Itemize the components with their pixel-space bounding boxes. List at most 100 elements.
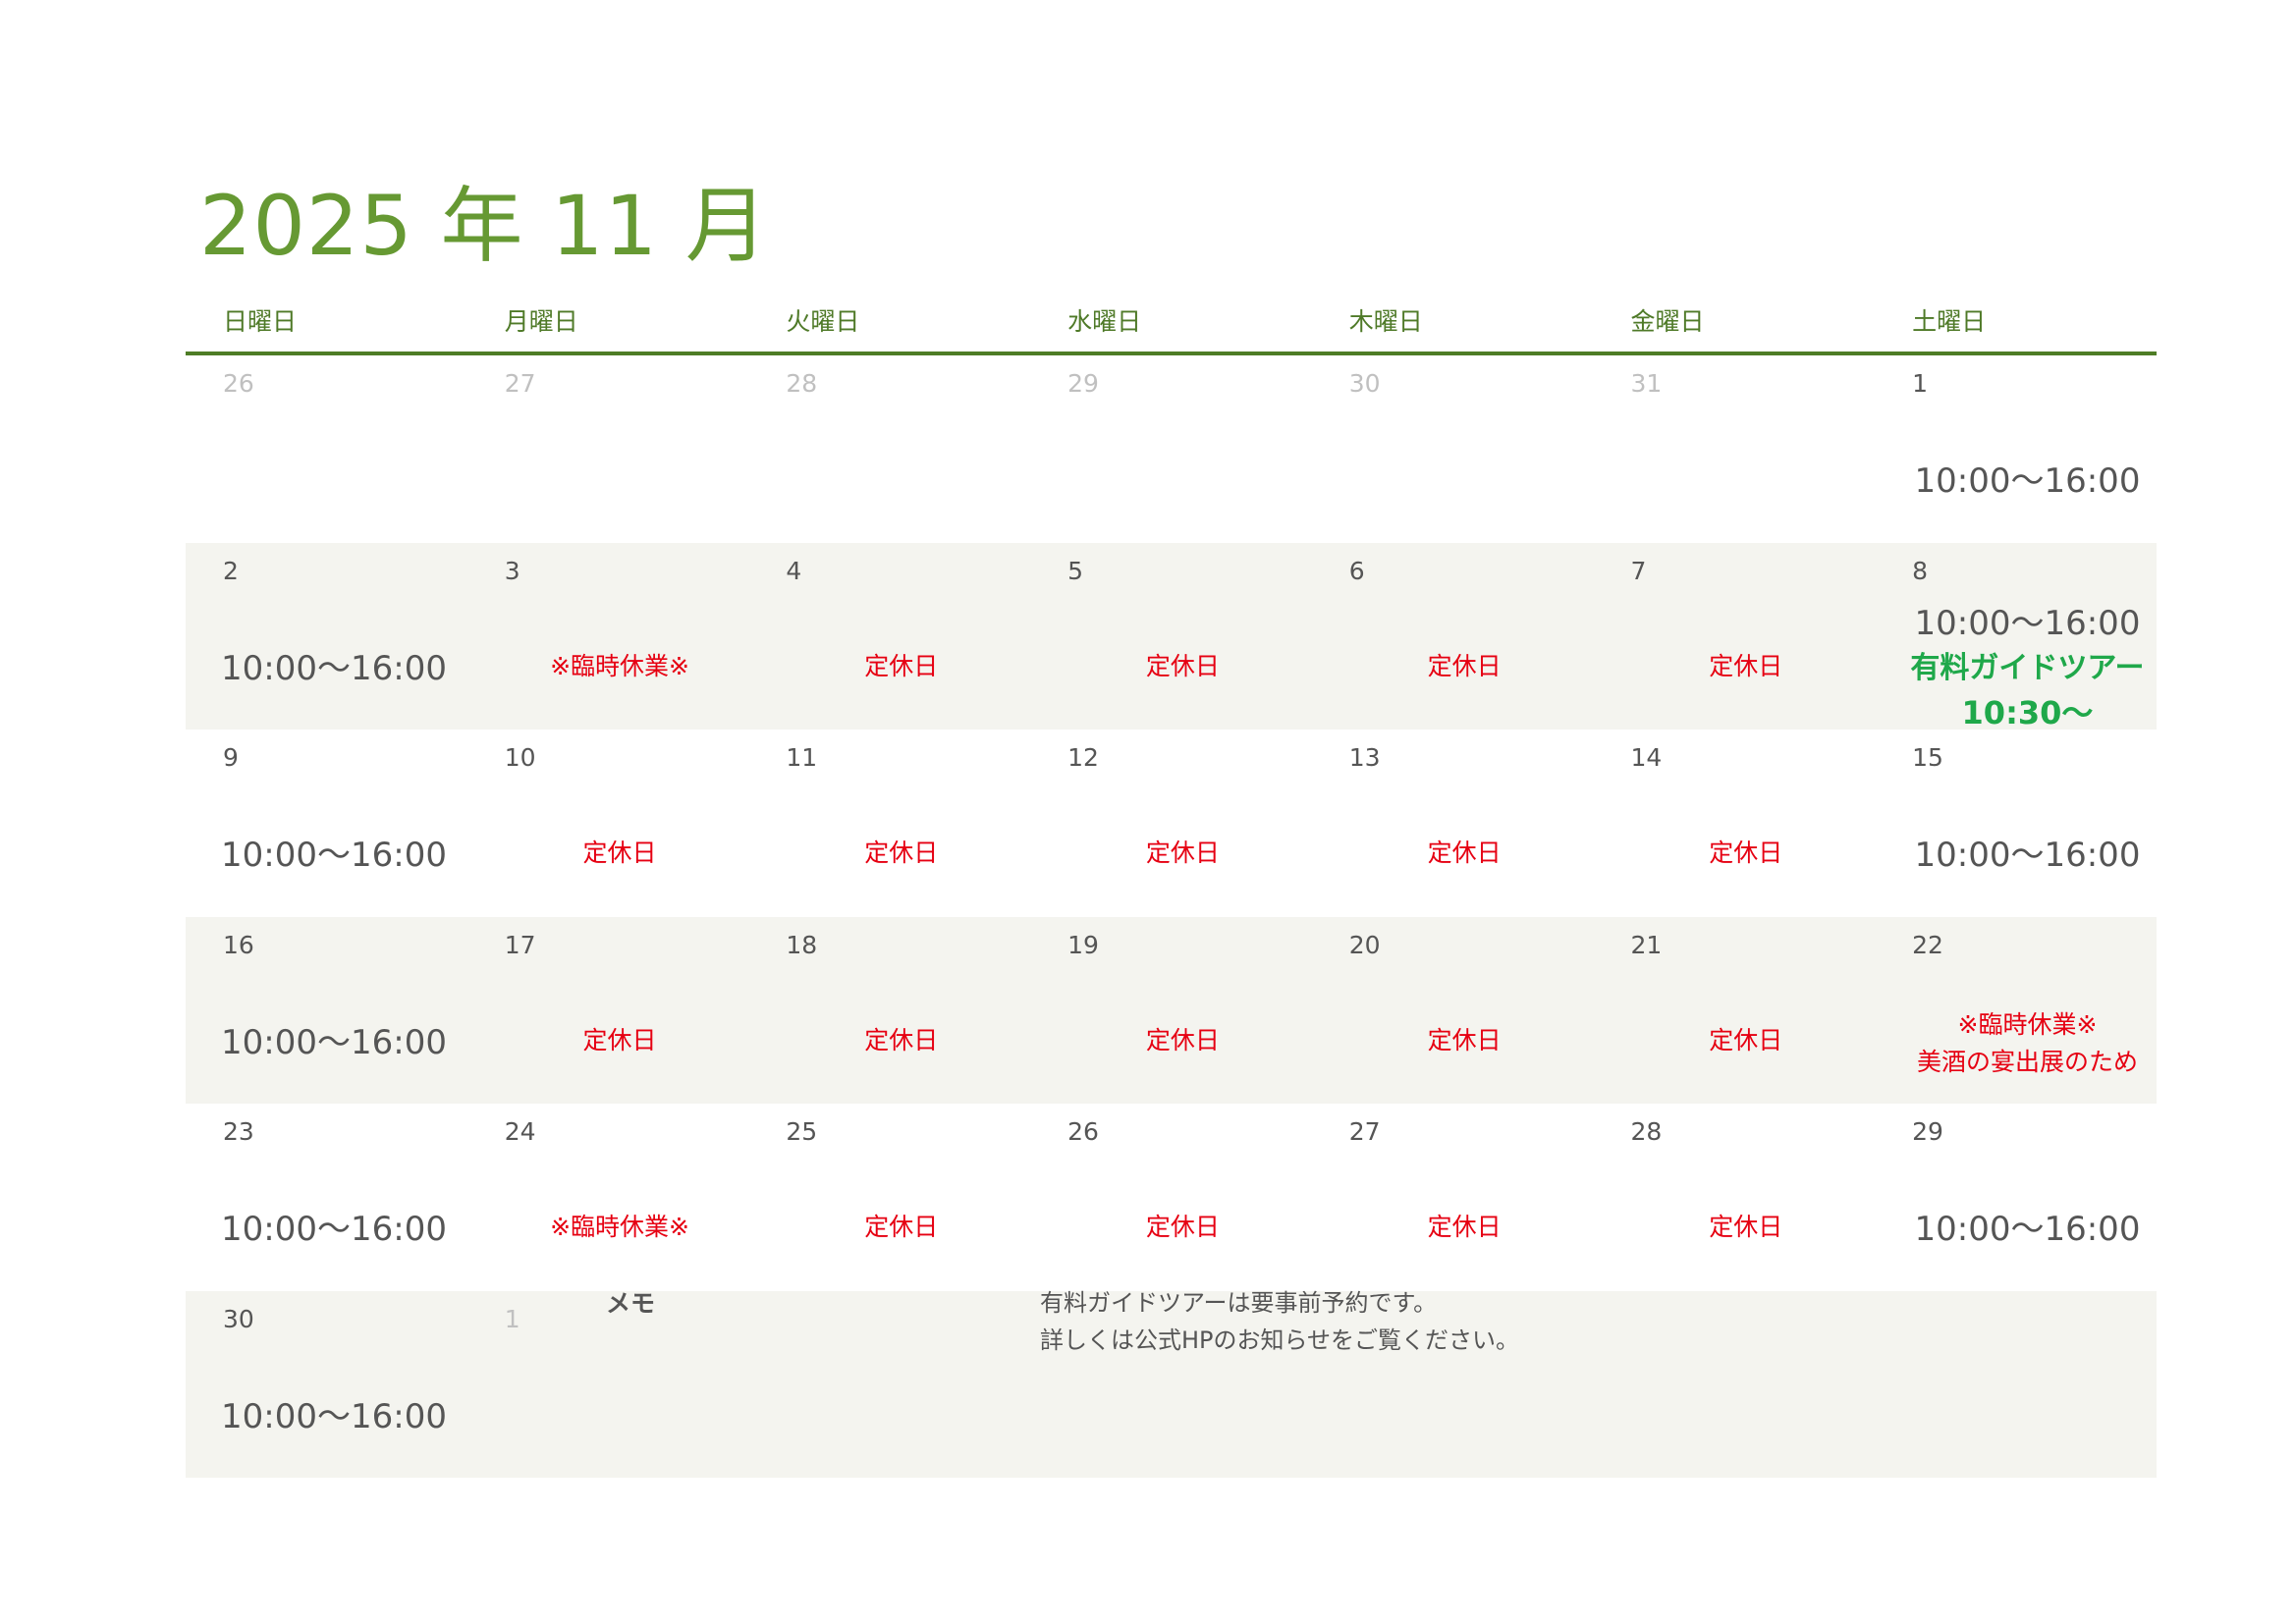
memo-label: メモ bbox=[606, 1289, 656, 1318]
day-number: 31 bbox=[1630, 369, 1663, 398]
closed-label: 定休日 bbox=[1427, 839, 1502, 867]
memo-line: 詳しくは公式HPのお知らせをご覧ください。 bbox=[1040, 1326, 1520, 1354]
day-number: 26 bbox=[1067, 1117, 1099, 1146]
day-number: 7 bbox=[1630, 556, 1647, 585]
opening-hours: 10:00〜16:00 bbox=[1914, 1210, 2141, 1249]
day-number: 17 bbox=[504, 930, 536, 959]
closed-label: 定休日 bbox=[864, 651, 939, 680]
day-number: 27 bbox=[1348, 1117, 1381, 1146]
day-number: 6 bbox=[1348, 556, 1365, 585]
day-cell: 26 bbox=[186, 355, 467, 543]
day-cell: 1 10:00〜16:00 bbox=[1875, 355, 2157, 543]
day-cell: 11 定休日 bbox=[748, 730, 1030, 917]
temporary-closed-label: ※臨時休業※ bbox=[1957, 1009, 2098, 1039]
closure-reason: 美酒の宴出展のため bbox=[1916, 1047, 2138, 1076]
opening-hours: 10:00〜16:00 bbox=[221, 1210, 447, 1249]
day-number: 28 bbox=[786, 369, 818, 398]
day-cell: 25 定休日 bbox=[748, 1104, 1030, 1291]
day-number: 2 bbox=[223, 556, 239, 585]
day-number: 29 bbox=[1912, 1117, 1943, 1146]
calendar-week: 9 10:00〜16:00 10 定休日 11 定休日 12 定休日 13 定休日 14 定… bbox=[186, 730, 2157, 917]
guided-tour-label: 有料ガイドツアー bbox=[1910, 650, 2145, 685]
day-cell: 30 bbox=[1312, 355, 1594, 543]
day-cell: 31 bbox=[1593, 355, 1875, 543]
calendar-title: 2025 年 11 月 bbox=[199, 178, 769, 274]
weekday-thu: 木曜日 bbox=[1348, 307, 1423, 336]
weekday-tue: 火曜日 bbox=[786, 307, 860, 336]
day-cell: 15 10:00〜16:00 bbox=[1875, 730, 2157, 917]
day-number: 3 bbox=[504, 556, 520, 585]
day-number: 13 bbox=[1348, 743, 1381, 772]
day-cell: 30 10:00〜16:00 bbox=[186, 1291, 467, 1479]
opening-hours: 10:00〜16:00 bbox=[221, 648, 447, 688]
day-number: 10 bbox=[504, 743, 536, 772]
closed-label: 定休日 bbox=[1427, 1213, 1502, 1241]
opening-hours: 10:00〜16:00 bbox=[1914, 461, 2141, 501]
day-number: 19 bbox=[1067, 930, 1099, 959]
closed-label: 定休日 bbox=[1145, 1213, 1220, 1241]
day-number: 22 bbox=[1912, 930, 1943, 959]
closed-label: 定休日 bbox=[1709, 839, 1783, 867]
day-cell: 16 10:00〜16:00 bbox=[186, 917, 467, 1105]
day-cell: 2 10:00〜16:00 bbox=[186, 543, 467, 730]
day-cell: 23 10:00〜16:00 bbox=[186, 1104, 467, 1291]
day-cell: 21 定休日 bbox=[1593, 917, 1875, 1105]
opening-hours: 10:00〜16:00 bbox=[1914, 603, 2141, 643]
day-number: 26 bbox=[223, 369, 254, 398]
closed-label: 定休日 bbox=[582, 839, 657, 867]
closed-label: 定休日 bbox=[1145, 651, 1220, 680]
day-cell: 22 ※臨時休業※ 美酒の宴出展のため bbox=[1875, 917, 2157, 1105]
day-cell: 5 定休日 bbox=[1030, 543, 1312, 730]
day-number: 20 bbox=[1348, 930, 1381, 959]
day-cell: 27 bbox=[467, 355, 749, 543]
day-cell: 29 10:00〜16:00 bbox=[1875, 1104, 2157, 1291]
opening-hours: 10:00〜16:00 bbox=[221, 836, 447, 875]
day-cell: 24 ※臨時休業※ bbox=[467, 1104, 749, 1291]
calendar-week: 23 10:00〜16:00 24 ※臨時休業※ 25 定休日 26 定休日 27 定休日… bbox=[186, 1104, 2157, 1291]
day-cell: 18 定休日 bbox=[748, 917, 1030, 1105]
day-cell: 28 定休日 bbox=[1593, 1104, 1875, 1291]
day-cell: 28 bbox=[748, 355, 1030, 543]
weekday-sat: 土曜日 bbox=[1912, 307, 1987, 336]
day-number: 30 bbox=[1348, 369, 1381, 398]
day-number: 1 bbox=[504, 1304, 520, 1333]
day-number: 24 bbox=[504, 1117, 536, 1146]
closed-label: 定休日 bbox=[1709, 651, 1783, 680]
temporary-closed-label: ※臨時休業※ bbox=[550, 1213, 689, 1241]
weekday-fri: 金曜日 bbox=[1630, 307, 1705, 336]
day-cell: 26 定休日 bbox=[1030, 1104, 1312, 1291]
day-number: 9 bbox=[223, 743, 239, 772]
closed-label: 定休日 bbox=[1709, 1213, 1783, 1241]
calendar-week: 16 10:00〜16:00 17 定休日 18 定休日 19 定休日 20 定休日 21… bbox=[186, 916, 2157, 1105]
weekday-wed: 水曜日 bbox=[1067, 307, 1142, 336]
day-number: 21 bbox=[1630, 930, 1663, 959]
day-number: 4 bbox=[786, 556, 802, 585]
day-number: 5 bbox=[1067, 556, 1083, 585]
closed-label: 定休日 bbox=[1427, 651, 1502, 680]
day-cell: 19 定休日 bbox=[1030, 917, 1312, 1105]
calendar-week: 26 27 28 29 30 31 1 10:00〜16:00 bbox=[186, 355, 2157, 543]
opening-hours: 10:00〜16:00 bbox=[221, 1022, 447, 1062]
day-number: 29 bbox=[1067, 369, 1099, 398]
day-cell: 6 定休日 bbox=[1312, 543, 1594, 730]
day-cell: 13 定休日 bbox=[1312, 730, 1594, 917]
day-cell: 10 定休日 bbox=[467, 730, 749, 917]
day-cell: 8 10:00〜16:00 有料ガイドツアー 10:30〜 bbox=[1875, 543, 2157, 731]
closed-label: 定休日 bbox=[1427, 1025, 1502, 1055]
day-cell: 14 定休日 bbox=[1593, 730, 1875, 917]
memo-text: 有料ガイドツアーは要事前予約です。 詳しくは公式HPのお知らせをご覧ください。 bbox=[1040, 1284, 1519, 1359]
opening-hours: 10:00〜16:00 bbox=[221, 1396, 447, 1436]
day-number: 14 bbox=[1630, 743, 1663, 772]
memo-line: 有料ガイドツアーは要事前予約です。 bbox=[1040, 1289, 1438, 1317]
day-cell: 27 定休日 bbox=[1312, 1104, 1594, 1291]
day-cell: 29 bbox=[1030, 355, 1312, 543]
day-number: 15 bbox=[1912, 743, 1943, 772]
day-number: 30 bbox=[223, 1304, 254, 1333]
opening-hours: 10:00〜16:00 bbox=[1914, 836, 2141, 875]
day-number: 23 bbox=[223, 1117, 254, 1146]
closed-label: 定休日 bbox=[1709, 1025, 1783, 1055]
closed-label: 定休日 bbox=[864, 839, 939, 867]
closed-label: 定休日 bbox=[864, 1025, 939, 1055]
day-number: 28 bbox=[1630, 1117, 1663, 1146]
guided-tour-time: 10:30〜 bbox=[1961, 693, 2094, 731]
